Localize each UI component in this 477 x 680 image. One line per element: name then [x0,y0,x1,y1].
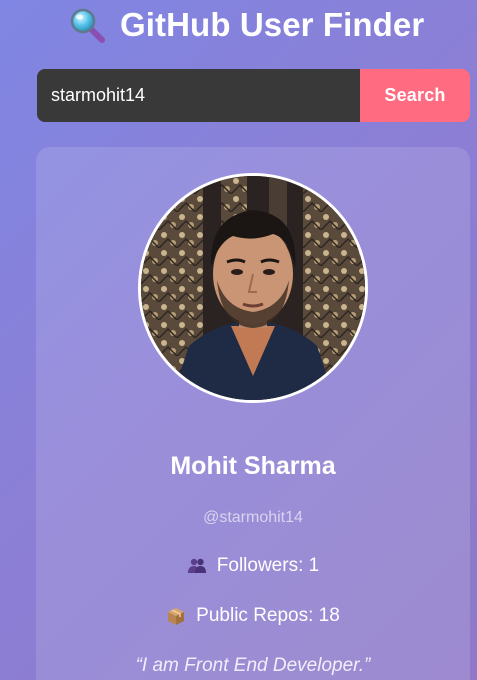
people-icon [187,556,207,576]
profile-card: Mohit Sharma @starmohit14 Followers: 1 P… [36,147,470,680]
page-header: GitHub User Finder [68,4,424,46]
search-button[interactable]: Search [360,69,470,122]
repos-stat: Public Repos: 18 [36,605,470,627]
magnifying-glass-icon [68,6,106,44]
avatar [138,173,368,403]
search-input[interactable] [37,69,360,122]
package-icon [166,606,186,626]
profile-name: Mohit Sharma [170,452,336,480]
search-bar: Search [37,69,470,122]
followers-stat: Followers: 1 [36,555,470,577]
followers-label: Followers: 1 [216,555,320,576]
profile-bio: “I am Front End Developer.” [135,655,371,676]
page-title: GitHub User Finder [120,6,425,43]
repos-label: Public Repos: 18 [196,605,340,626]
profile-username: @starmohit14 [203,509,303,526]
